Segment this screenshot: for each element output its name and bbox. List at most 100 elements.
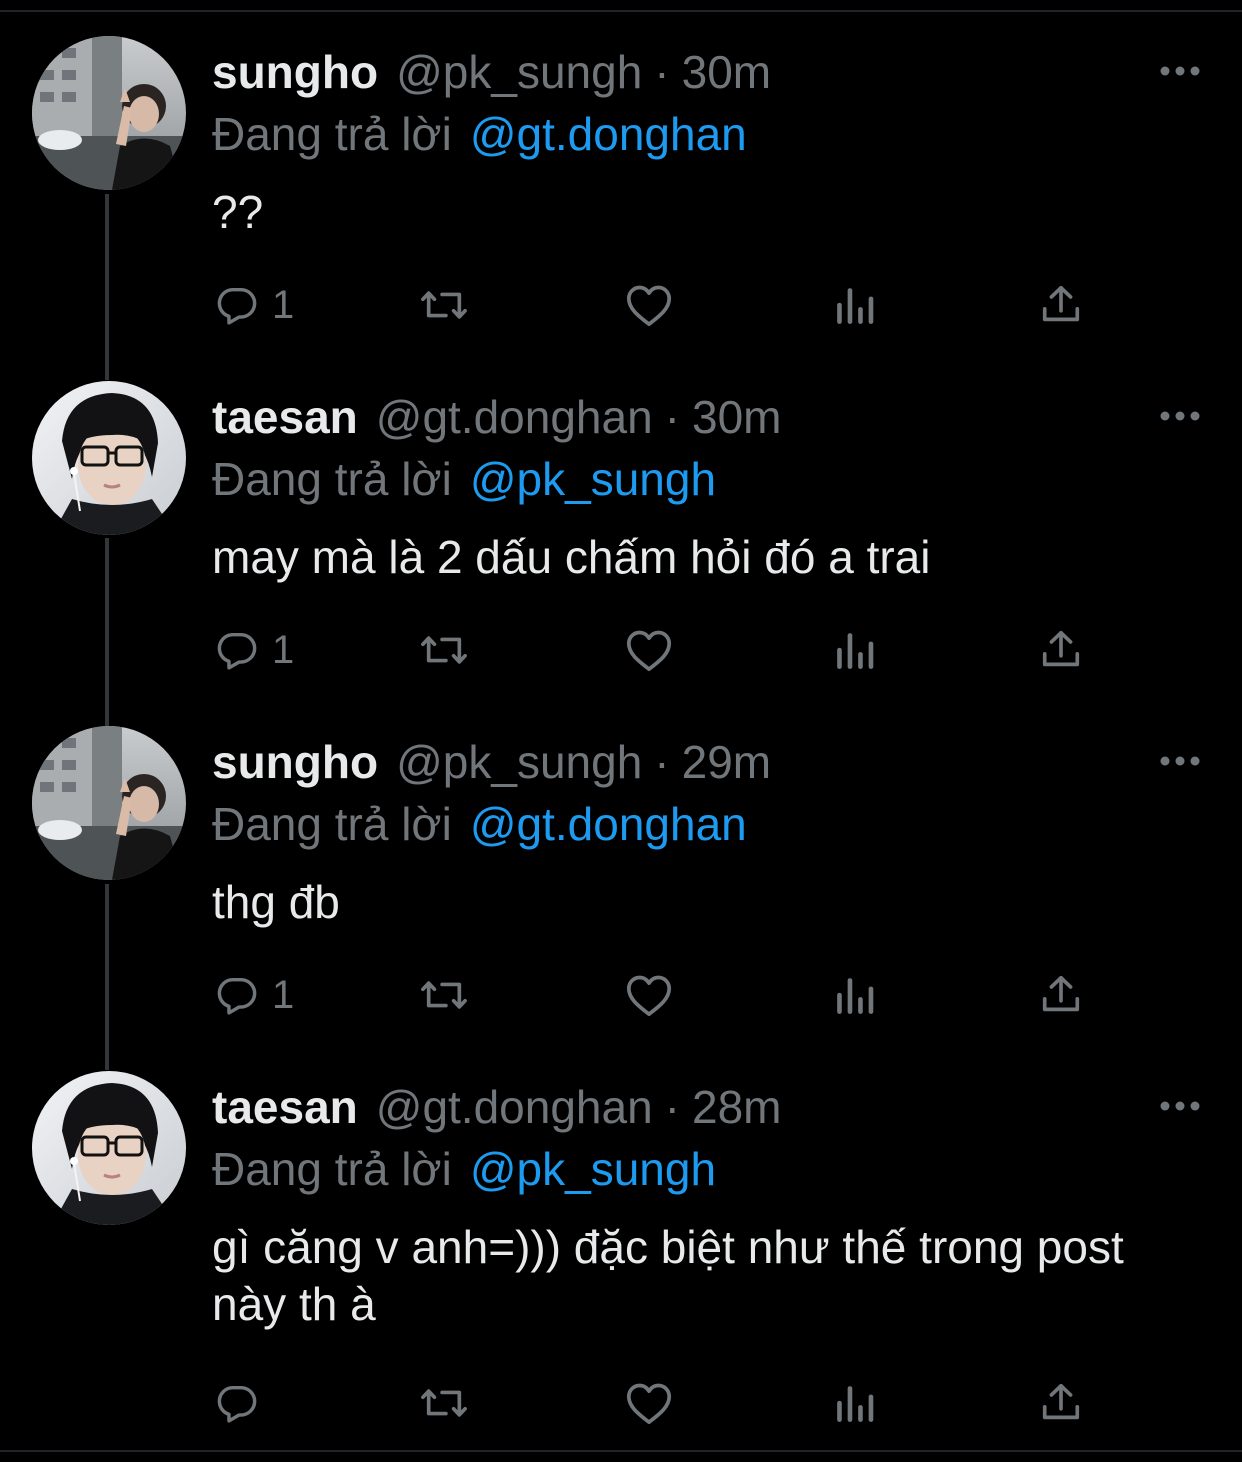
timestamp[interactable]: 30m <box>692 391 781 443</box>
avatar[interactable] <box>32 1071 186 1225</box>
separator-dot: · <box>664 391 680 443</box>
more-options-button[interactable] <box>1156 56 1204 86</box>
display-name[interactable]: sungho <box>212 736 378 788</box>
reply-mention-link[interactable]: @gt.donghan <box>470 108 747 160</box>
timestamp[interactable]: 29m <box>682 736 771 788</box>
more-dots-icon <box>1160 756 1200 766</box>
replying-to-label: Đang trả lời <box>212 108 452 160</box>
display-name[interactable]: taesan <box>212 1081 358 1133</box>
retweet-button[interactable] <box>416 623 472 677</box>
heart-icon <box>626 975 672 1017</box>
reply-count: 1 <box>272 282 295 327</box>
reply-mention-link[interactable]: @pk_sungh <box>470 1143 716 1195</box>
tweet-header: sungho @pk_sungh · 30m <box>212 42 771 102</box>
views-bar-chart-icon <box>837 633 874 669</box>
more-dots-icon <box>1160 411 1200 421</box>
tweet-header: taesan @gt.donghan · 28m <box>212 1077 781 1137</box>
reply-button[interactable]: 1 <box>214 623 294 677</box>
share-button[interactable] <box>1038 1376 1084 1430</box>
replying-to: Đang trả lời @gt.donghan <box>212 794 747 854</box>
tweet-text: thg đb <box>212 876 340 928</box>
display-name[interactable]: taesan <box>212 391 358 443</box>
thread-connector <box>105 538 109 726</box>
views-bar-chart-icon <box>837 288 874 324</box>
reply-bubble-icon <box>217 287 257 325</box>
like-button[interactable] <box>624 1376 674 1430</box>
user-handle[interactable]: @gt.donghan <box>376 1081 653 1133</box>
views-bar-chart-icon <box>837 1386 874 1422</box>
like-button[interactable] <box>624 968 674 1022</box>
separator-dot: · <box>664 1081 680 1133</box>
share-button[interactable] <box>1038 623 1084 677</box>
sungho-avatar <box>32 726 186 880</box>
tweet-actions: 1 <box>212 968 1092 1022</box>
tweet-actions: 1 <box>212 278 1092 332</box>
views-bar-chart-icon <box>837 978 874 1014</box>
heart-icon <box>626 285 672 327</box>
separator-dot: · <box>654 736 670 788</box>
more-dots-icon <box>1160 1101 1200 1111</box>
more-options-button[interactable] <box>1156 401 1204 431</box>
views-button[interactable] <box>834 278 876 332</box>
share-button[interactable] <box>1038 278 1084 332</box>
reply-count: 1 <box>272 972 295 1017</box>
separator-dot: · <box>654 46 670 98</box>
share-upload-icon <box>1042 1383 1080 1420</box>
replying-to: Đang trả lời @pk_sungh <box>212 449 716 509</box>
replying-to: Đang trả lời @pk_sungh <box>212 1139 716 1199</box>
views-button[interactable] <box>834 1376 876 1430</box>
retweet-icon <box>421 981 467 1009</box>
reply-button[interactable]: 1 <box>214 278 294 332</box>
reply-bubble-icon <box>217 1385 257 1423</box>
thread-connector <box>105 884 109 1070</box>
reply-button[interactable]: 1 <box>214 968 294 1022</box>
replying-to-label: Đang trả lời <box>212 798 452 850</box>
replying-to-label: Đang trả lời <box>212 1143 452 1195</box>
top-divider <box>0 0 1242 12</box>
tweet-header: taesan @gt.donghan · 30m <box>212 387 781 447</box>
reply-bubble-icon <box>217 632 257 670</box>
more-dots-icon <box>1160 66 1200 76</box>
avatar[interactable] <box>32 726 186 880</box>
retweet-button[interactable] <box>416 1376 472 1430</box>
user-handle[interactable]: @gt.donghan <box>376 391 653 443</box>
reply-button[interactable] <box>214 1376 272 1430</box>
avatar[interactable] <box>32 381 186 535</box>
share-upload-icon <box>1042 630 1080 667</box>
more-options-button[interactable] <box>1156 1091 1204 1121</box>
retweet-icon <box>421 1389 467 1417</box>
user-handle[interactable]: @pk_sungh <box>396 46 642 98</box>
reply-mention-link[interactable]: @pk_sungh <box>470 453 716 505</box>
timestamp[interactable]: 28m <box>692 1081 781 1133</box>
reply-mention-link[interactable]: @gt.donghan <box>470 798 747 850</box>
reply-bubble-icon <box>217 977 257 1015</box>
like-button[interactable] <box>624 623 674 677</box>
avatar[interactable] <box>32 36 186 190</box>
like-button[interactable] <box>624 278 674 332</box>
tweet-text: gì căng v anh=))) đặc biệt như thế trong… <box>212 1221 1124 1330</box>
taesan-avatar <box>32 381 186 535</box>
user-handle[interactable]: @pk_sungh <box>396 736 642 788</box>
display-name[interactable]: sungho <box>212 46 378 98</box>
share-upload-icon <box>1042 285 1080 322</box>
retweet-icon <box>421 291 467 319</box>
timestamp[interactable]: 30m <box>682 46 771 98</box>
share-upload-icon <box>1042 975 1080 1012</box>
tweet-text: may mà là 2 dấu chấm hỏi đó a trai <box>212 531 931 583</box>
reply-count: 1 <box>272 627 295 672</box>
tweet-text: ?? <box>212 186 264 238</box>
sungho-avatar <box>32 36 186 190</box>
bottom-divider <box>0 1450 1242 1462</box>
views-button[interactable] <box>834 968 876 1022</box>
replying-to-label: Đang trả lời <box>212 453 452 505</box>
thread-connector <box>105 194 109 380</box>
heart-icon <box>626 630 672 672</box>
tweet-actions <box>212 1376 1092 1430</box>
replying-to: Đang trả lời @gt.donghan <box>212 104 747 164</box>
retweet-button[interactable] <box>416 968 472 1022</box>
share-button[interactable] <box>1038 968 1084 1022</box>
views-button[interactable] <box>834 623 876 677</box>
more-options-button[interactable] <box>1156 746 1204 776</box>
retweet-button[interactable] <box>416 278 472 332</box>
heart-icon <box>626 1383 672 1425</box>
